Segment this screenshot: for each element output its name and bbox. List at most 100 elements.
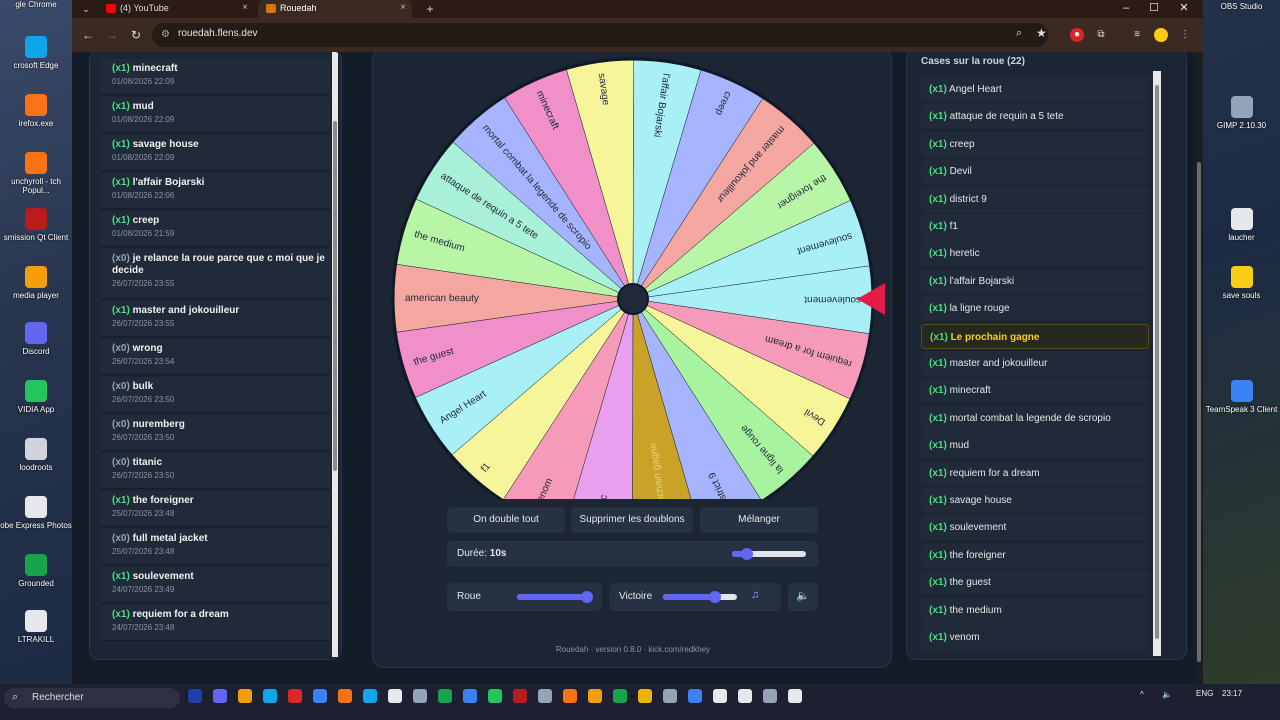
tray-chevron-icon[interactable]: ^ bbox=[1140, 690, 1144, 699]
music-note-icon[interactable]: ♫ bbox=[751, 589, 759, 601]
volume-icon[interactable]: 🔈 bbox=[1162, 690, 1172, 699]
scrollbar-thumb[interactable] bbox=[1197, 162, 1201, 662]
taskbar-app-icon[interactable] bbox=[638, 689, 652, 703]
case-item[interactable]: (x1) mortal combat la legende de scropio bbox=[921, 405, 1149, 431]
taskbar-search[interactable]: ⌕ Rechercher bbox=[4, 688, 180, 708]
case-item[interactable]: (x1) attaque de requin a 5 tete bbox=[921, 104, 1149, 130]
taskbar-app-icon[interactable] bbox=[263, 689, 277, 703]
case-item[interactable]: (x1) minecraft bbox=[921, 378, 1149, 404]
desktop-shortcut[interactable]: Discord bbox=[0, 322, 72, 356]
site-info-icon[interactable]: ⚙ bbox=[161, 29, 170, 40]
case-item[interactable]: (x1) savage house bbox=[921, 488, 1149, 513]
victory-volume-handle[interactable] bbox=[708, 591, 721, 603]
taskbar-app-icon[interactable] bbox=[588, 689, 602, 703]
desktop-shortcut[interactable]: unchyroll - tch Popul... bbox=[0, 152, 72, 195]
media-icon[interactable]: ≡ bbox=[1130, 28, 1144, 42]
case-item[interactable]: (x1) venom bbox=[921, 625, 1149, 650]
desktop-shortcut[interactable]: save souls bbox=[1203, 266, 1280, 300]
case-item[interactable]: (x1) Devil bbox=[921, 159, 1149, 185]
desktop-shortcut[interactable]: irefox.exe bbox=[0, 94, 72, 128]
cases-scrollbar[interactable] bbox=[1153, 71, 1161, 656]
desktop-shortcut[interactable]: Grounded bbox=[0, 554, 72, 588]
case-item[interactable]: (x1) l'affair Bojarski bbox=[921, 268, 1149, 294]
extensions-icon[interactable]: ⧉ bbox=[1094, 28, 1108, 42]
taskbar-app-icon[interactable] bbox=[213, 689, 227, 703]
scrollbar-thumb[interactable] bbox=[333, 121, 337, 471]
case-item[interactable]: (x1) master and jokouilleur bbox=[921, 351, 1149, 376]
taskbar-app-icon[interactable] bbox=[538, 689, 552, 703]
new-tab-button[interactable]: + bbox=[422, 1, 438, 17]
mute-button[interactable]: 🔈 bbox=[788, 583, 818, 611]
tab-youtube[interactable]: (4) YouTube × bbox=[98, 0, 254, 18]
history-scrollbar[interactable] bbox=[332, 52, 338, 657]
case-item[interactable]: (x1) Angel Heart bbox=[921, 77, 1149, 102]
desktop-shortcut[interactable]: OBS Studio bbox=[1203, 2, 1280, 11]
case-item[interactable]: (x1) mud bbox=[921, 433, 1149, 459]
desktop-shortcut[interactable]: media player bbox=[0, 266, 72, 300]
taskbar-app-icon[interactable] bbox=[288, 689, 302, 703]
desktop-shortcut[interactable]: gle Chrome bbox=[0, 0, 72, 9]
taskbar-app-icon[interactable] bbox=[738, 689, 752, 703]
taskbar-app-icon[interactable] bbox=[713, 689, 727, 703]
profile-avatar[interactable] bbox=[1154, 28, 1168, 42]
taskbar-app-icon[interactable] bbox=[613, 689, 627, 703]
taskbar-app-icon[interactable] bbox=[513, 689, 527, 703]
tab-search-icon[interactable]: ⌄ bbox=[78, 1, 94, 17]
case-item[interactable]: (x1) creep bbox=[921, 131, 1149, 157]
desktop-shortcut[interactable]: TeamSpeak 3 Client bbox=[1203, 380, 1280, 414]
victory-volume-slider[interactable] bbox=[663, 591, 737, 603]
taskbar-app-icon[interactable] bbox=[413, 689, 427, 703]
taskbar-app-icon[interactable] bbox=[313, 689, 327, 703]
forward-icon[interactable]: → bbox=[104, 27, 120, 43]
case-item[interactable]: (x1) the guest bbox=[921, 570, 1149, 596]
taskbar-app-icon[interactable] bbox=[463, 689, 477, 703]
wheel-volume-slider[interactable] bbox=[517, 591, 594, 603]
tab-rouedah[interactable]: Rouedah × bbox=[258, 0, 412, 18]
close-tab-icon[interactable]: × bbox=[242, 0, 248, 16]
taskbar-app-icon[interactable] bbox=[438, 689, 452, 703]
case-item-winner[interactable]: (x1) Le prochain gagne bbox=[921, 323, 1149, 349]
desktop-shortcut[interactable]: VIDIA App bbox=[0, 380, 72, 414]
case-item[interactable]: (x1) soulevement bbox=[921, 515, 1149, 541]
zoom-icon[interactable]: ⌕ bbox=[1016, 27, 1022, 40]
desktop-shortcut[interactable]: GIMP 2.10.30 bbox=[1203, 96, 1280, 130]
bookmark-star-icon[interactable]: ★ bbox=[1036, 26, 1047, 40]
duration-slider[interactable] bbox=[732, 548, 806, 560]
case-item[interactable]: (x1) the foreigner bbox=[921, 542, 1149, 568]
desktop-shortcut[interactable]: LTRAKILL bbox=[0, 610, 72, 644]
taskbar-app-icon[interactable] bbox=[363, 689, 377, 703]
taskbar-app-icon[interactable] bbox=[238, 689, 252, 703]
close-window-button[interactable]: ✕ bbox=[1170, 0, 1198, 18]
taskbar-app-icon[interactable] bbox=[688, 689, 702, 703]
case-item[interactable]: (x1) the medium bbox=[921, 597, 1149, 623]
maximize-button[interactable]: ☐ bbox=[1140, 0, 1168, 18]
taskbar-app-icon[interactable] bbox=[663, 689, 677, 703]
extension-record-icon[interactable]: ● bbox=[1070, 28, 1084, 42]
taskbar-app-icon[interactable] bbox=[763, 689, 777, 703]
duration-slider-handle[interactable] bbox=[740, 548, 753, 560]
wheel-volume-handle[interactable] bbox=[581, 591, 594, 603]
reload-icon[interactable]: ↻ bbox=[128, 27, 144, 43]
double-all-button[interactable]: On double tout bbox=[447, 507, 565, 533]
language-indicator[interactable]: ENG bbox=[1196, 689, 1213, 698]
desktop-shortcut[interactable]: crosoft Edge bbox=[0, 36, 72, 70]
minimize-button[interactable]: – bbox=[1112, 0, 1140, 18]
case-item[interactable]: (x1) requiem for a dream bbox=[921, 460, 1149, 486]
wheel[interactable]: soulevementrequiem for a dreamDevilla li… bbox=[373, 52, 892, 499]
case-item[interactable]: (x1) f1 bbox=[921, 214, 1149, 239]
url-field[interactable]: ⚙ rouedah.flens.dev ⌕ ★ bbox=[152, 23, 1048, 47]
shuffle-button[interactable]: Mélanger bbox=[700, 507, 818, 533]
case-item[interactable]: (x1) la ligne rouge bbox=[921, 296, 1149, 322]
taskbar-app-icon[interactable] bbox=[488, 689, 502, 703]
close-tab-icon[interactable]: × bbox=[400, 0, 406, 16]
desktop-shortcut[interactable]: smission Qt Client bbox=[0, 208, 72, 242]
taskbar-app-icon[interactable] bbox=[338, 689, 352, 703]
desktop-shortcut[interactable]: obe Express Photos bbox=[0, 496, 72, 530]
scrollbar-thumb[interactable] bbox=[1155, 85, 1159, 639]
desktop-shortcut[interactable]: laucher bbox=[1203, 208, 1280, 242]
page-scrollbar[interactable] bbox=[1195, 52, 1203, 684]
clock[interactable]: 23:17 bbox=[1222, 689, 1242, 698]
menu-icon[interactable]: ⋮ bbox=[1178, 28, 1192, 42]
wheel-hub[interactable] bbox=[617, 283, 649, 315]
remove-duplicates-button[interactable]: Supprimer les doublons bbox=[571, 507, 693, 533]
